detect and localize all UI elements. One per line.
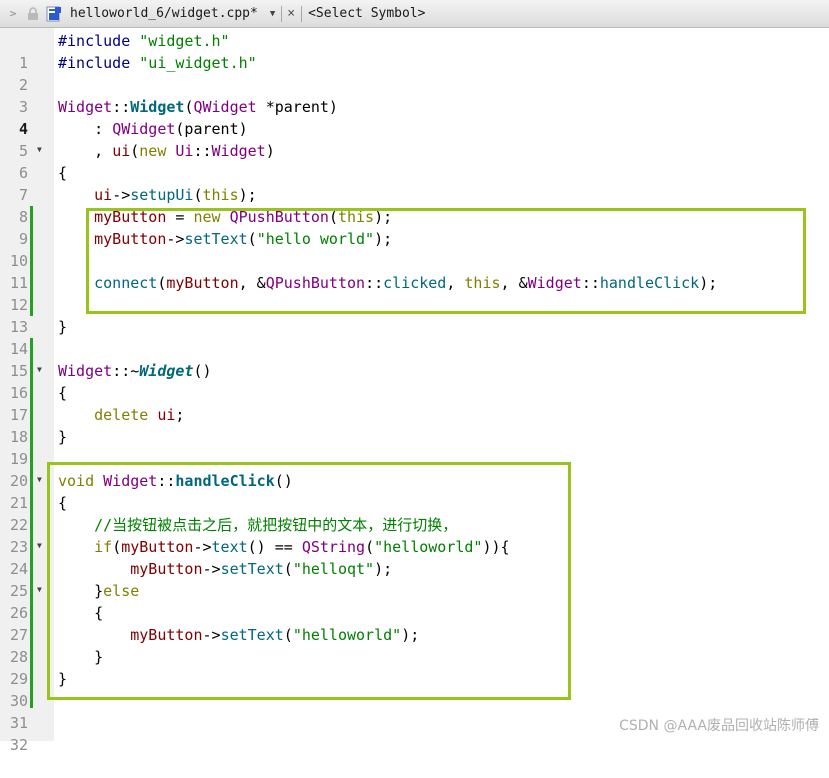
code-line: 14 } [0, 316, 829, 358]
code-line: 30 } [0, 668, 829, 710]
code-line: 23 //当按钮被点击之后，就把按钮中的文本，进行切换， [0, 514, 829, 556]
code-line: 8 ui->setupUi(this); [0, 184, 829, 226]
fold-arrow-icon[interactable]: ▼ [37, 580, 42, 600]
code-line: 18 delete ui; [0, 404, 829, 446]
watermark: CSDN @AAA废品回收站陈师傅 [619, 718, 819, 734]
code-line: 5 : QWidget(parent) [0, 118, 829, 160]
code-line: Widget::Widget(QWidget *parent) [58, 98, 338, 116]
code-line: 31 [0, 690, 829, 732]
fold-arrow-icon[interactable]: ▼ [37, 360, 42, 380]
close-icon[interactable]: × [287, 6, 295, 21]
file-dropdown-icon[interactable]: ▼ [270, 9, 275, 19]
code-line: 27 { [0, 602, 829, 644]
code-line: 20 [0, 448, 829, 490]
code-line: 29 } [0, 646, 829, 688]
cpp-file-icon [46, 6, 62, 22]
code-line: 10 myButton->setText("hello world"); [0, 228, 829, 270]
code-line: 19 } [0, 426, 829, 468]
code-line: 11 [0, 250, 829, 292]
fold-arrow-icon[interactable]: ▼ [37, 536, 42, 556]
code-line: 12 connect(myButton, &QPushButton::click… [0, 272, 829, 314]
code-line: 7 { [0, 162, 829, 204]
tab-separator [301, 5, 303, 22]
lock-icon[interactable] [26, 7, 40, 21]
code-line: 28 myButton->setText("helloworld"); [0, 624, 829, 666]
code-line: 6 ▼ , ui(new Ui::Widget) [0, 140, 829, 182]
code-line: 16 ▼ Widget::~Widget() [0, 360, 829, 402]
file-name-label[interactable]: helloworld_6/widget.cpp* [70, 6, 258, 21]
code-line: 25 myButton->setText("helloqt"); [0, 558, 829, 600]
fold-arrow-icon[interactable]: ▼ [37, 140, 42, 160]
tab-separator [281, 5, 283, 22]
fold-arrow-icon[interactable]: ▼ [37, 470, 42, 490]
code-line: 15 [0, 338, 829, 380]
navigate-forward-icon[interactable]: > [6, 7, 20, 20]
code-line: 2 #include "ui_widget.h" [0, 52, 829, 94]
code-line: 24 ▼ if(myButton->text() == QString("hel… [0, 536, 829, 578]
code-line: 9 myButton = new QPushButton(this); [0, 206, 829, 248]
code-line: 3 [0, 74, 829, 116]
code-line: 13 [0, 294, 829, 336]
code-line: 21 ▼ void Widget::handleClick() [0, 470, 829, 512]
line-number: 32 [9, 736, 28, 754]
symbol-selector[interactable]: <Select Symbol> [308, 6, 425, 21]
code-line: 1 #include "widget.h" [0, 30, 829, 72]
code-line: 17 { [0, 382, 829, 424]
code-line: 26 ▼ }else [0, 580, 829, 622]
code-line: 22 { [0, 492, 829, 534]
editor-tab-bar: > helloworld_6/widget.cpp* ▼ × <Select S… [0, 0, 829, 28]
